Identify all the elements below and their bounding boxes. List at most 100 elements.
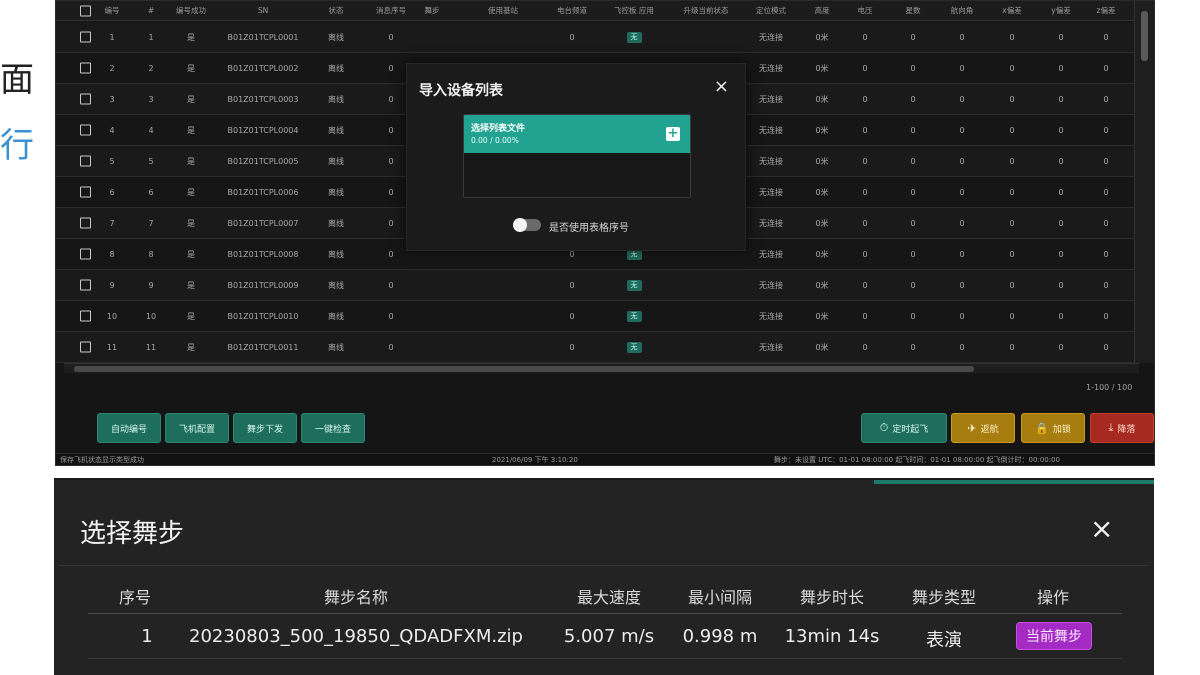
grid-cell-state: 离线 bbox=[328, 125, 344, 135]
use-table-index-toggle[interactable] bbox=[513, 218, 541, 232]
grid-cell-state: 离线 bbox=[328, 63, 344, 73]
dance-download-button[interactable]: 舞步下发 bbox=[233, 413, 297, 443]
land-button[interactable]: ⤓ 降落 bbox=[1090, 413, 1154, 443]
one-click-check-button[interactable]: 一键检查 bbox=[301, 413, 365, 443]
grid-cell-v: 0 bbox=[862, 218, 868, 228]
status-flight-info: 舞步：未设置 UTC：01-01 08:00:00 起飞时间：01-01 08:… bbox=[774, 456, 1060, 464]
grid-cell-sn: B01Z01TCPL0004 bbox=[227, 125, 299, 135]
divider bbox=[58, 565, 1148, 566]
upload-header[interactable]: 选择列表文件 0.00 / 0.00% + bbox=[464, 115, 690, 153]
grid-column-header[interactable]: y偏差 bbox=[1036, 1, 1086, 20]
grid-cell-y: 0 bbox=[1058, 280, 1064, 290]
pagination-text: 1-100 / 100 bbox=[1086, 383, 1133, 392]
grid-column-header[interactable]: x偏差 bbox=[987, 1, 1037, 20]
status-badge: 无 bbox=[626, 279, 642, 291]
horizontal-scrollbar[interactable] bbox=[64, 363, 1139, 373]
grid-cell-ok: 是 bbox=[187, 218, 195, 228]
current-dance-badge[interactable]: 当前舞步 bbox=[1016, 622, 1092, 650]
grid-cell-x: 0 bbox=[1009, 94, 1015, 104]
grid-cell-hdg: 0 bbox=[959, 94, 965, 104]
grid-column-header[interactable]: 使用基站 bbox=[478, 1, 528, 20]
grid-column-header[interactable]: z偏差 bbox=[1081, 1, 1131, 20]
grid-cell-v: 0 bbox=[862, 342, 868, 352]
grid-cell-msg: 0 bbox=[388, 280, 394, 290]
grid-cell-ok: 是 bbox=[187, 32, 195, 42]
grid-column-header[interactable]: 航向角 bbox=[937, 1, 987, 20]
grid-cell-z: 0 bbox=[1103, 63, 1109, 73]
close-icon[interactable]: × bbox=[1090, 512, 1113, 545]
grid-column-header[interactable]: 升级当前状态 bbox=[681, 1, 731, 20]
plane-icon: ✈ bbox=[967, 421, 977, 435]
grid-cell-state: 离线 bbox=[328, 94, 344, 104]
grid-cell-ok: 是 bbox=[187, 63, 195, 73]
file-upload-area[interactable]: 选择列表文件 0.00 / 0.00% + bbox=[463, 114, 691, 198]
grid-cell-sn: B01Z01TCPL0005 bbox=[227, 156, 299, 166]
grid-cell-ok: 是 bbox=[187, 156, 195, 166]
device-row[interactable]: 9 9 是 B01Z01TCPL0009 离线 0 0 无无连接 0米 0 0 0 0 0 0 bbox=[56, 270, 1134, 301]
grid-cell-pos: 无连接 bbox=[759, 125, 783, 135]
lock-button[interactable]: 🔒 加锁 bbox=[1021, 413, 1085, 443]
button-label: 飞机配置 bbox=[178, 424, 215, 435]
grid-column-header[interactable]: 状态 bbox=[311, 1, 361, 20]
grid-cell-hdg: 0 bbox=[959, 218, 965, 228]
grid-cell-pos: 无连接 bbox=[759, 342, 783, 352]
grid-cell-v: 0 bbox=[862, 94, 868, 104]
landing-icon: ⤓ bbox=[1108, 421, 1114, 434]
grid-column-header[interactable]: 定位模式 bbox=[746, 1, 796, 20]
lock-icon: 🔒 bbox=[1035, 421, 1049, 435]
grid-column-header[interactable]: SN bbox=[238, 1, 288, 20]
dance-index-cell: 1 bbox=[141, 626, 153, 647]
grid-cell-fc: 无 bbox=[609, 332, 659, 362]
grid-cell-sn: B01Z01TCPL0011 bbox=[227, 342, 299, 352]
grid-cell-x: 0 bbox=[1009, 249, 1015, 259]
grid-cell-state: 离线 bbox=[328, 311, 344, 321]
grid-cell-pos: 无连接 bbox=[759, 249, 783, 259]
status-badge: 无 bbox=[626, 310, 642, 322]
grid-column-header[interactable]: 舞步 bbox=[407, 1, 457, 20]
return-button[interactable]: ✈ 返航 bbox=[951, 413, 1015, 443]
grid-cell-hdg: 0 bbox=[959, 63, 965, 73]
grid-cell-state: 离线 bbox=[328, 249, 344, 259]
grid-cell-z: 0 bbox=[1103, 311, 1109, 321]
grid-cell-pos: 无连接 bbox=[759, 218, 783, 228]
grid-cell-hdg: 0 bbox=[959, 342, 965, 352]
grid-cell-y: 0 bbox=[1058, 94, 1064, 104]
timed-takeoff-button[interactable]: ⏱ 定时起飞 bbox=[861, 413, 947, 443]
grid-cell-ok: 是 bbox=[187, 311, 195, 321]
grid-column-header[interactable]: 编号成功 bbox=[166, 1, 216, 20]
grid-cell-sat: 0 bbox=[910, 311, 916, 321]
grid-column-header[interactable]: 飞控板 应用 bbox=[609, 1, 659, 20]
grid-header-row: 编号 # 编号成功 SN 状态 消息序号 舞步 使用基站 电台频道 飞控板 应用 升级当前状态 定位模… bbox=[56, 1, 1134, 21]
side-text-char: 行 bbox=[0, 126, 34, 166]
button-label: 舞步下发 bbox=[246, 424, 283, 435]
grid-cell-pos: 无连接 bbox=[759, 187, 783, 197]
min-interval-cell: 0.998 m bbox=[682, 626, 758, 647]
dance-name-cell: 20230803_500_19850_QDADFXM.zip bbox=[189, 626, 523, 647]
column-header: 最小间隔 bbox=[687, 588, 753, 607]
grid-cell-sat: 0 bbox=[910, 94, 916, 104]
grid-cell-y: 0 bbox=[1058, 249, 1064, 259]
grid-cell-sat: 0 bbox=[910, 187, 916, 197]
device-row[interactable]: 10 10 是 B01Z01TCPL0010 离线 0 0 无无连接 0米 0 0 0 0 0 0 bbox=[56, 301, 1134, 332]
grid-column-header[interactable]: 电压 bbox=[840, 1, 890, 20]
device-row[interactable]: 1 1 是 B01Z01TCPL0001 离线 0 0 无无连接 0米 0 0 0 0 0 0 bbox=[56, 22, 1134, 53]
grid-cell-ok: 是 bbox=[187, 94, 195, 104]
grid-cell-y: 0 bbox=[1058, 63, 1064, 73]
grid-cell-x: 0 bbox=[1009, 187, 1015, 197]
modal-title: 导入设备列表 bbox=[419, 83, 503, 99]
column-header: 舞步时长 bbox=[799, 588, 865, 607]
grid-cell-state: 离线 bbox=[328, 187, 344, 197]
auto-number-button[interactable]: 自动编号 bbox=[97, 413, 161, 443]
device-row[interactable]: 11 11 是 B01Z01TCPL0011 离线 0 0 无无连接 0米 0 0 0 0 0 0 bbox=[56, 332, 1134, 363]
aircraft-config-button[interactable]: 飞机配置 bbox=[165, 413, 229, 443]
grid-column-header[interactable]: 电台频道 bbox=[547, 1, 597, 20]
close-icon[interactable]: × bbox=[714, 76, 729, 97]
vertical-scrollbar[interactable] bbox=[1134, 1, 1154, 363]
scroll-thumb[interactable] bbox=[1141, 11, 1148, 61]
status-badge: 无 bbox=[626, 341, 642, 353]
button-label: 自动编号 bbox=[110, 424, 147, 435]
grid-cell-sat: 0 bbox=[910, 156, 916, 166]
grid-column-header[interactable]: 星数 bbox=[888, 1, 938, 20]
plus-icon[interactable]: + bbox=[666, 127, 680, 141]
scroll-thumb[interactable] bbox=[74, 366, 974, 372]
